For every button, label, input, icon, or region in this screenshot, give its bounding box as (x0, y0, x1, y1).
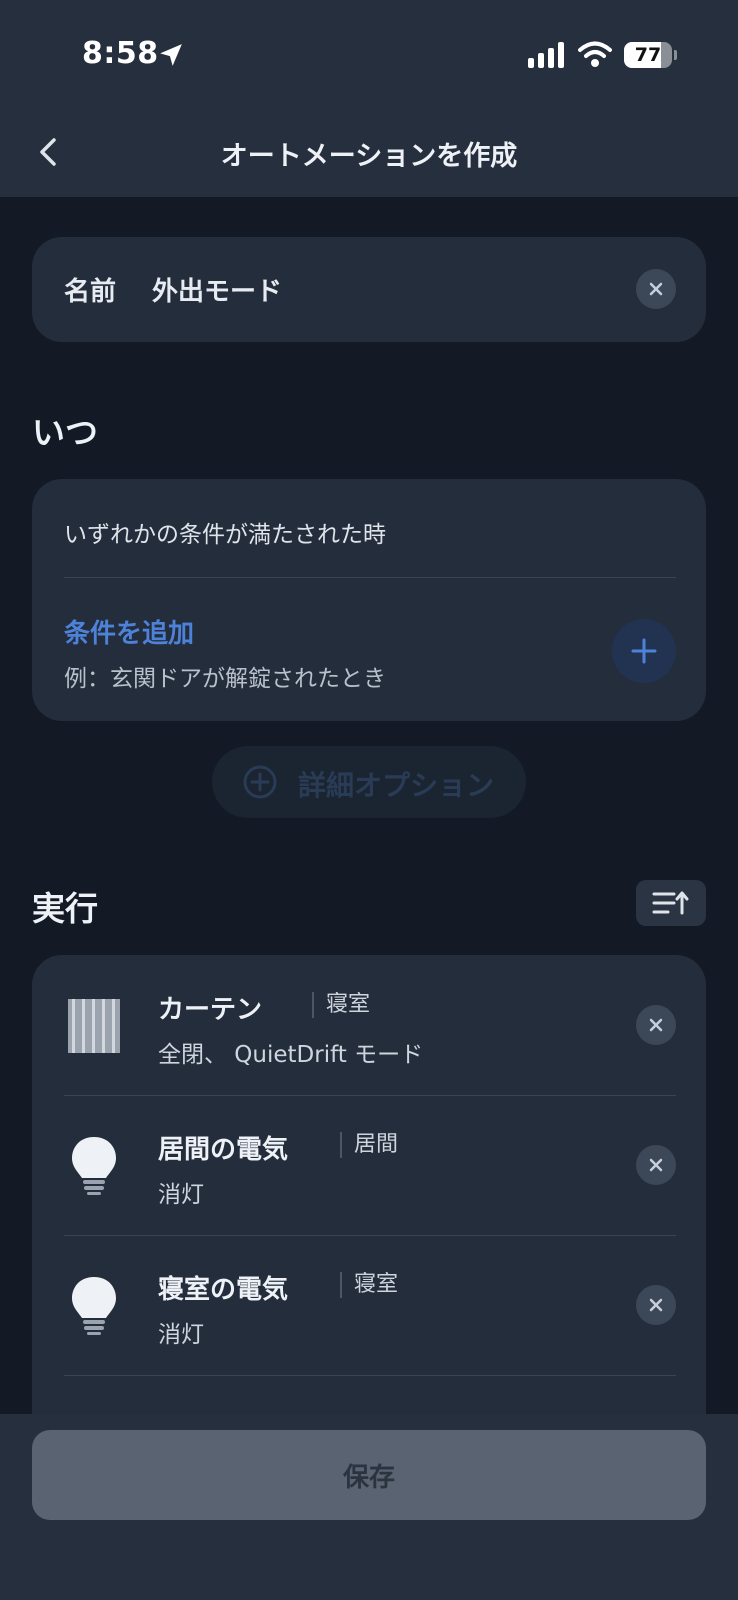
top-bar: 8:58 77 オートメーションを作成 (0, 0, 738, 197)
close-icon (649, 1158, 663, 1172)
action-room: 居間 (340, 1132, 398, 1158)
action-room: 寝室 (340, 1272, 398, 1298)
condition-mode[interactable]: いずれかの条件が満たされた時 (64, 515, 386, 549)
action-room: 寝室 (312, 992, 370, 1018)
name-field[interactable]: 名前 外出モード (32, 237, 706, 342)
sort-icon (652, 891, 689, 915)
add-condition-button[interactable] (612, 619, 676, 683)
list-item[interactable]: カーテン 寝室 全閉、 QuietDrift モード (32, 955, 706, 1095)
when-section-title: いつ (32, 413, 98, 452)
action-title: カーテン (158, 995, 263, 1025)
battery-percent: 77 (634, 44, 662, 66)
name-label: 名前 (64, 277, 117, 307)
lightbulb-icon (72, 1137, 116, 1195)
advanced-options-button[interactable]: 詳細オプション (212, 746, 526, 818)
remove-action-button[interactable] (636, 1005, 676, 1045)
bottom-bar: 保存 (0, 1414, 738, 1600)
add-condition-label[interactable]: 条件を追加 (64, 613, 194, 650)
list-item[interactable]: 居間の電気 居間 消灯 (32, 1095, 706, 1235)
divider (64, 577, 676, 578)
action-title: 居間の電気 (158, 1135, 289, 1165)
name-input[interactable]: 外出モード (152, 271, 282, 308)
actions-section-title: 実行 (32, 889, 98, 928)
list-item[interactable]: 寝室の電気 寝室 消灯 (32, 1235, 706, 1375)
navigation-bar: オートメーションを作成 (0, 120, 738, 190)
sort-button[interactable] (636, 880, 706, 926)
battery-icon: 77 (624, 42, 677, 68)
action-title: 寝室の電気 (158, 1275, 289, 1305)
close-icon (649, 1298, 663, 1312)
clear-name-button[interactable] (636, 269, 676, 309)
status-time: 8:58 (82, 36, 159, 71)
plus-circle-icon (243, 765, 277, 799)
wifi-icon (578, 41, 612, 67)
close-icon (649, 282, 663, 296)
curtain-icon (68, 999, 120, 1053)
page-title: オートメーションを作成 (220, 141, 518, 172)
close-icon (649, 1018, 663, 1032)
when-card: いずれかの条件が満たされた時 条件を追加 例：玄関ドアが解錠されたとき (32, 479, 706, 721)
status-bar: 8:58 77 (0, 30, 738, 80)
action-description: 消灯 (158, 1322, 204, 1348)
remove-action-button[interactable] (636, 1285, 676, 1325)
action-description: 消灯 (158, 1182, 204, 1208)
lightbulb-icon (72, 1277, 116, 1335)
plus-icon (631, 638, 657, 664)
signal-bars-icon (528, 42, 564, 68)
divider (64, 1375, 676, 1376)
advanced-options-label: 詳細オプション (298, 769, 495, 802)
save-button[interactable]: 保存 (32, 1430, 706, 1520)
remove-action-button[interactable] (636, 1145, 676, 1185)
actions-list: カーテン 寝室 全閉、 QuietDrift モード 居間の電気 居間 消灯 寝… (32, 955, 706, 1455)
action-description: 全閉、 QuietDrift モード (158, 1042, 424, 1068)
location-arrow-icon (160, 44, 182, 66)
add-condition-example: 例：玄関ドアが解錠されたとき (64, 666, 386, 692)
